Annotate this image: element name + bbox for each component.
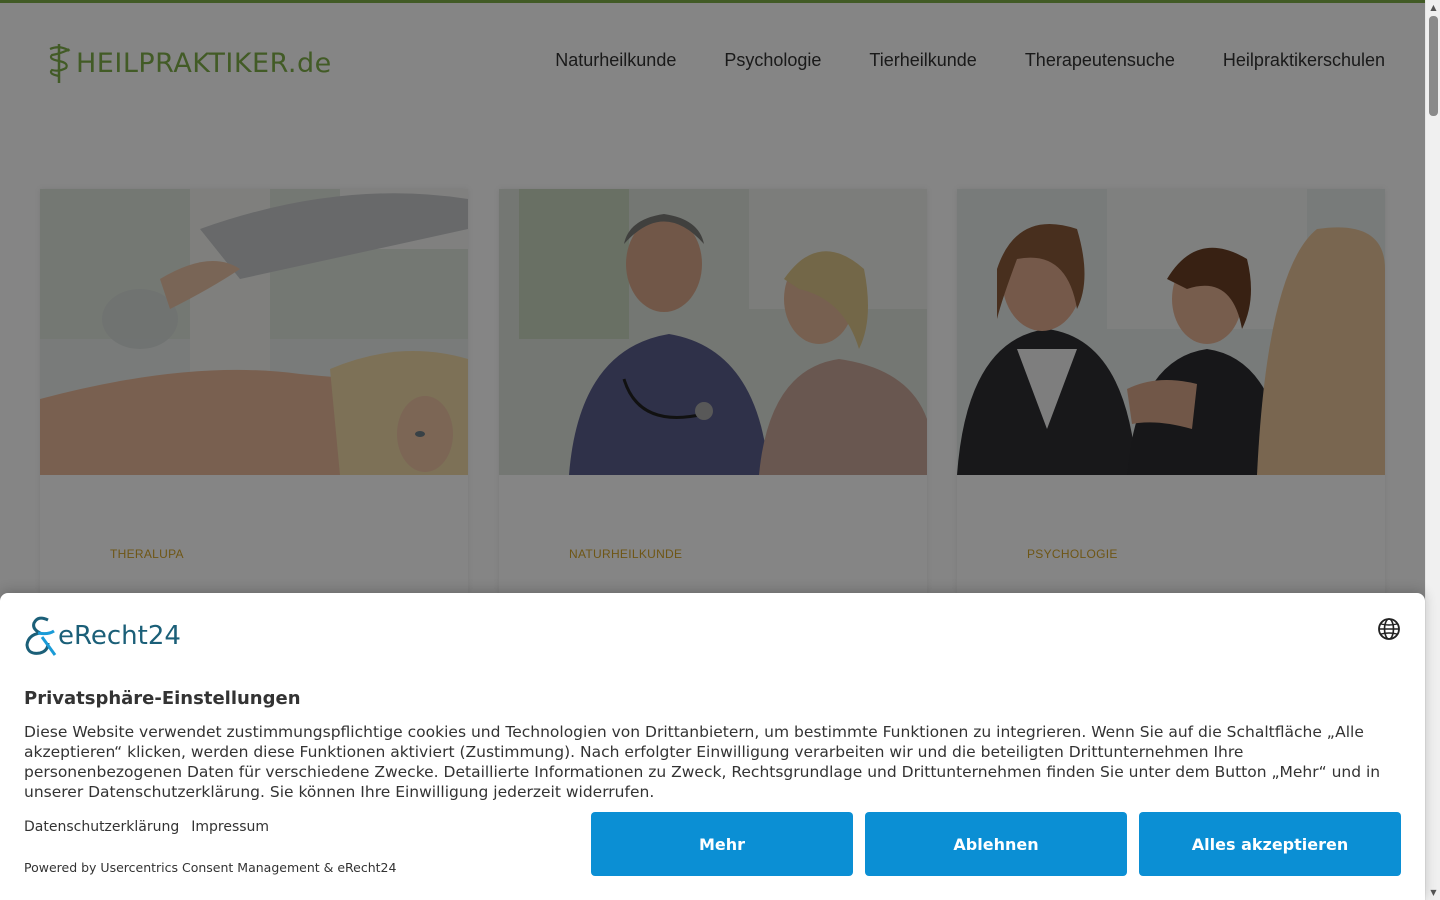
more-button[interactable]: Mehr xyxy=(591,812,853,876)
consent-title: Privatsphäre-Einstellungen xyxy=(24,688,301,709)
scroll-up-arrow-icon[interactable]: ▲ xyxy=(1426,0,1440,15)
consent-links: Datenschutzerklärung Impressum xyxy=(24,819,269,835)
imprint-link[interactable]: Impressum xyxy=(191,819,269,835)
scroll-down-arrow-icon[interactable]: ▼ xyxy=(1426,885,1440,900)
erecht24-logo: eRecht24 xyxy=(24,615,181,657)
consent-description: Diese Website verwendet zustimmungspflic… xyxy=(24,723,1381,801)
privacy-policy-link[interactable]: Datenschutzerklärung xyxy=(24,819,179,835)
scrollbar-thumb[interactable] xyxy=(1429,16,1438,116)
deny-button[interactable]: Ablehnen xyxy=(865,812,1127,876)
accept-all-button[interactable]: Alles akzeptieren xyxy=(1139,812,1401,876)
powered-by-text: Powered by Usercentrics Consent Manageme… xyxy=(24,860,397,875)
erecht24-logo-icon xyxy=(25,616,57,656)
globe-icon[interactable] xyxy=(1377,617,1401,641)
page-scrollbar[interactable]: ▲ ▼ xyxy=(1425,0,1440,900)
cookie-consent-dialog: eRecht24 Privatsphäre-Einstellungen Dies… xyxy=(0,593,1425,900)
